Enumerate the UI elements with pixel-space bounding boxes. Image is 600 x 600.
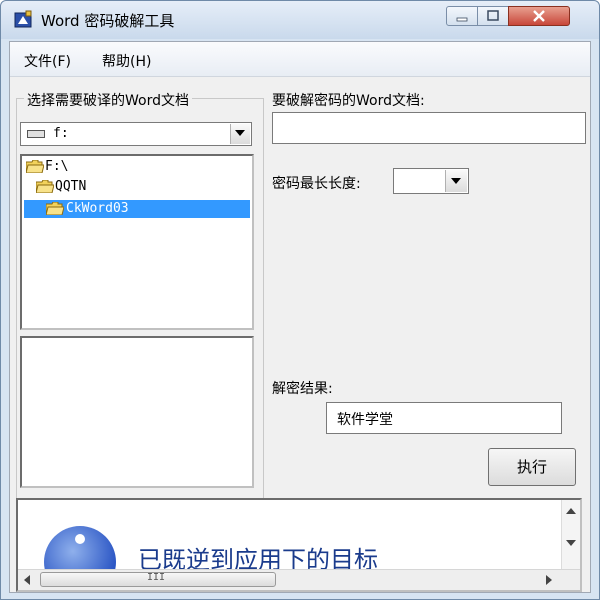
window-title: Word 密码破解工具 xyxy=(41,12,175,30)
app-icon xyxy=(14,10,32,28)
menu-file[interactable]: 文件(F) xyxy=(24,51,71,71)
directory-item[interactable]: F:\ xyxy=(26,158,136,176)
menu-help[interactable]: 帮助(H) xyxy=(102,51,151,71)
title-bar[interactable]: Word 密码破解工具 xyxy=(1,1,599,39)
result-label: 解密结果: xyxy=(272,381,333,397)
scroll-left-icon xyxy=(24,575,30,585)
max-length-dropdown-button[interactable] xyxy=(445,170,467,192)
scroll-up-icon xyxy=(566,508,576,514)
info-panel: 已既逆到应用下的目标 III xyxy=(16,498,582,592)
source-group-label: 选择需要破译的Word文档 xyxy=(24,90,192,110)
drive-icon xyxy=(27,130,45,138)
result-value: 软件学堂 xyxy=(337,412,393,428)
chevron-down-icon xyxy=(451,178,461,184)
file-list[interactable] xyxy=(20,336,254,488)
horizontal-scrollbar[interactable]: III xyxy=(18,569,580,590)
maximize-button[interactable] xyxy=(477,6,509,26)
max-length-select[interactable] xyxy=(393,168,469,194)
client-area: 文件(F) 帮助(H) 选择需要破译的Word文档 f: F:\ QQTN Ck xyxy=(9,41,591,593)
directory-item-selected[interactable]: CkWord03 xyxy=(24,200,250,218)
close-icon xyxy=(533,10,545,22)
directory-name: F:\ xyxy=(45,159,69,174)
directory-name: CkWord03 xyxy=(66,201,129,216)
open-folder-icon xyxy=(26,160,44,173)
drive-value: f: xyxy=(53,126,69,141)
close-button[interactable] xyxy=(508,6,570,26)
vertical-scrollbar[interactable] xyxy=(561,500,580,572)
scroll-thumb[interactable]: III xyxy=(40,572,276,587)
drive-dropdown-button[interactable] xyxy=(230,124,250,144)
maximize-icon xyxy=(487,10,499,21)
drive-select[interactable]: f: xyxy=(20,122,252,146)
minimize-icon xyxy=(456,17,468,22)
max-length-label: 密码最长长度: xyxy=(272,176,361,192)
result-field[interactable]: 软件学堂 xyxy=(326,402,562,434)
main-window: Word 密码破解工具 文件(F) 帮助(H) 选择需要破译的Word文档 f: xyxy=(0,0,600,600)
menu-bar: 文件(F) 帮助(H) xyxy=(10,42,590,77)
directory-list[interactable]: F:\ QQTN CkWord03 xyxy=(20,154,254,330)
scroll-down-icon xyxy=(566,540,576,546)
target-doc-label: 要破解密码的Word文档: xyxy=(272,93,425,109)
execute-button[interactable]: 执行 xyxy=(488,448,576,486)
open-folder-icon xyxy=(36,180,54,193)
scroll-right-icon xyxy=(546,575,552,585)
directory-name: QQTN xyxy=(55,179,87,194)
minimize-button[interactable] xyxy=(446,6,478,26)
open-folder-icon xyxy=(46,202,64,215)
chevron-down-icon xyxy=(235,130,245,136)
target-doc-field[interactable] xyxy=(272,112,586,144)
directory-item[interactable]: QQTN xyxy=(36,178,146,196)
